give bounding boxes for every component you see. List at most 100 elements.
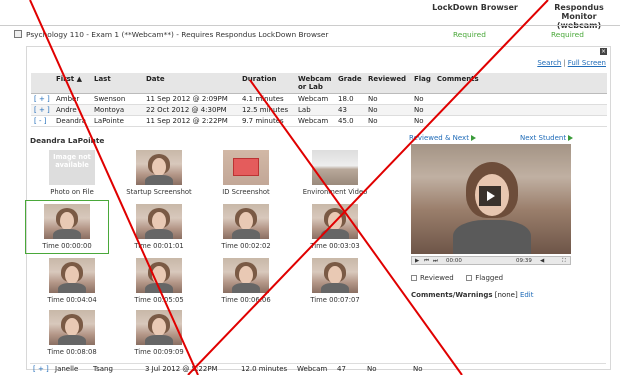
exam-title[interactable]: Psychology 110 - Exam 1 (**Webcam**) - R… xyxy=(26,30,328,39)
video-frame-thumb[interactable]: Time 00:04:04 xyxy=(30,258,114,304)
play-icon[interactable] xyxy=(479,186,501,206)
video-frame-thumb[interactable]: Time 00:08:08 xyxy=(30,310,114,356)
col-webcam-header[interactable]: Webcam or Lab xyxy=(295,73,335,94)
collapse-toggle[interactable]: [ - ] xyxy=(31,115,53,127)
review-flags: Reviewed Flagged xyxy=(411,274,503,282)
divider xyxy=(0,25,620,26)
thumbnail-image xyxy=(136,310,182,345)
close-icon[interactable]: × xyxy=(600,48,607,55)
cell-flag: No xyxy=(411,104,434,116)
thumb-caption: Time 00:06:06 xyxy=(221,296,271,304)
selected-frame: Time 00:00:00 xyxy=(25,200,109,254)
play-arrow-icon xyxy=(470,135,476,141)
video-frame-thumb[interactable]: Time 00:00:00 xyxy=(25,200,109,254)
thumbnail-image xyxy=(223,258,269,293)
search-link[interactable]: Search xyxy=(537,59,561,67)
edit-comments-link[interactable]: Edit xyxy=(520,291,534,299)
thumb-caption: Startup Screenshot xyxy=(126,188,192,196)
thumb-caption: Photo on File xyxy=(50,188,94,196)
col-last-header[interactable]: Last xyxy=(91,73,143,94)
full-screen-link[interactable]: Full Screen xyxy=(568,59,606,67)
cell-last: Montoya xyxy=(91,104,143,116)
environment-video[interactable]: Environment Video xyxy=(293,150,377,196)
col-reviewed-header[interactable]: Reviewed xyxy=(365,73,411,94)
col-date-header[interactable]: Date xyxy=(143,73,239,94)
id-screenshot[interactable]: ID Screenshot xyxy=(204,150,288,196)
cell-duration: 12.5 minutes xyxy=(239,104,295,116)
thumbnail-image xyxy=(136,258,182,293)
comments-value: [none] xyxy=(494,291,518,299)
reviewed-next-label[interactable]: Reviewed & Next xyxy=(409,134,469,142)
video-player[interactable] xyxy=(411,144,571,254)
play-arrow-icon xyxy=(568,135,574,141)
startup-screenshot[interactable]: Startup Screenshot xyxy=(117,150,201,196)
video-frame-thumb[interactable]: Time 00:09:09 xyxy=(117,310,201,356)
thumb-caption: Time 00:02:02 xyxy=(221,242,271,250)
thumbnail-image xyxy=(49,310,95,345)
skip-back-icon[interactable]: ⏮ xyxy=(424,258,429,265)
thumbnail-image xyxy=(136,150,182,185)
next-student-label[interactable]: Next Student xyxy=(520,134,566,142)
table-row[interactable]: [ - ] Deandra LaPointe 11 Sep 2012 @ 2:2… xyxy=(31,115,607,127)
fullscreen-icon[interactable]: ⛶ xyxy=(562,258,566,265)
cell-duration: 12.0 minutes xyxy=(238,363,294,374)
video-frame-thumb[interactable]: Time 00:03:03 xyxy=(293,204,377,250)
thumb-caption: Time 00:00:00 xyxy=(42,242,92,250)
current-time: 00:00 xyxy=(446,258,462,264)
table-row[interactable]: [ + ] Amber Swenson 11 Sep 2012 @ 2:09PM… xyxy=(31,93,607,105)
thumbnail-image xyxy=(223,150,269,185)
cell-date: 11 Sep 2012 @ 2:09PM xyxy=(143,93,239,105)
total-time: 09:39 xyxy=(516,258,532,264)
cell-comments xyxy=(433,115,607,127)
photo-on-file[interactable]: Image not available Photo on File xyxy=(30,150,114,196)
cell-webcam: Webcam xyxy=(294,363,334,374)
next-student-link[interactable]: Next Student xyxy=(520,134,574,142)
col-flag-header[interactable]: Flag xyxy=(411,73,434,94)
reviewed-checkbox[interactable] xyxy=(411,275,417,281)
col-expand xyxy=(31,73,53,94)
video-frame-thumb[interactable]: Time 00:06:06 xyxy=(204,258,288,304)
video-frame-thumb[interactable]: Time 00:07:07 xyxy=(293,258,377,304)
lockdown-required-status: Required xyxy=(453,30,486,39)
cell-reviewed: No xyxy=(365,104,411,116)
cell-webcam: Webcam xyxy=(295,93,335,105)
thumbnail-image xyxy=(136,204,182,239)
flagged-label: Flagged xyxy=(475,274,504,282)
flagged-checkbox[interactable] xyxy=(466,275,473,281)
cell-first: Janelle xyxy=(52,363,90,374)
col-grade-header[interactable]: Grade xyxy=(335,73,365,94)
thumb-caption: Time 00:05:05 xyxy=(134,296,184,304)
exam-row[interactable]: Psychology 110 - Exam 1 (**Webcam**) - R… xyxy=(0,29,620,41)
video-frame-thumb[interactable]: Time 00:01:01 xyxy=(117,204,201,250)
thumb-caption: ID Screenshot xyxy=(222,188,270,196)
video-frame-body xyxy=(453,220,531,254)
expand-toggle[interactable]: [ + ] xyxy=(31,104,53,116)
video-frame-thumb[interactable]: Time 00:02:02 xyxy=(204,204,288,250)
table-row[interactable]: [ + ] Janelle Tsang 3 Jul 2012 @ 5:22PM … xyxy=(30,363,606,374)
thumbnail-image xyxy=(49,258,95,293)
col-duration-header[interactable]: Duration xyxy=(239,73,295,94)
thumb-caption: Time 00:08:08 xyxy=(47,348,97,356)
cell-flag: No xyxy=(410,363,432,374)
thumb-caption: Time 00:03:03 xyxy=(310,242,360,250)
exam-settings-icon[interactable] xyxy=(14,30,22,38)
col-first-header[interactable]: First ▲ xyxy=(53,73,91,94)
cell-reviewed: No xyxy=(365,93,411,105)
reviewed-next-link[interactable]: Reviewed & Next xyxy=(409,134,476,142)
volume-icon[interactable]: ◀ xyxy=(540,258,544,264)
link-separator: | xyxy=(563,59,566,67)
play-control-icon[interactable]: ▶ xyxy=(415,258,419,264)
expand-toggle[interactable]: [ + ] xyxy=(30,363,52,374)
thumb-caption: Time 00:09:09 xyxy=(134,348,184,356)
students-table: First ▲ Last Date Duration Webcam or Lab… xyxy=(31,73,607,127)
cell-last: Tsang xyxy=(90,363,142,374)
thumbnail-image xyxy=(44,204,90,239)
skip-forward-icon[interactable]: ⏭ xyxy=(433,258,438,265)
table-row[interactable]: [ + ] Andre Montoya 22 Oct 2012 @ 4:30PM… xyxy=(31,104,607,116)
thumb-caption: Time 00:04:04 xyxy=(47,296,97,304)
video-frame-thumb[interactable]: Time 00:05:05 xyxy=(117,258,201,304)
cell-grade: 47 xyxy=(334,363,364,374)
col-comments-header[interactable]: Comments xyxy=(433,73,607,94)
expand-toggle[interactable]: [ + ] xyxy=(31,93,53,105)
cell-duration: 9.7 minutes xyxy=(239,115,295,127)
